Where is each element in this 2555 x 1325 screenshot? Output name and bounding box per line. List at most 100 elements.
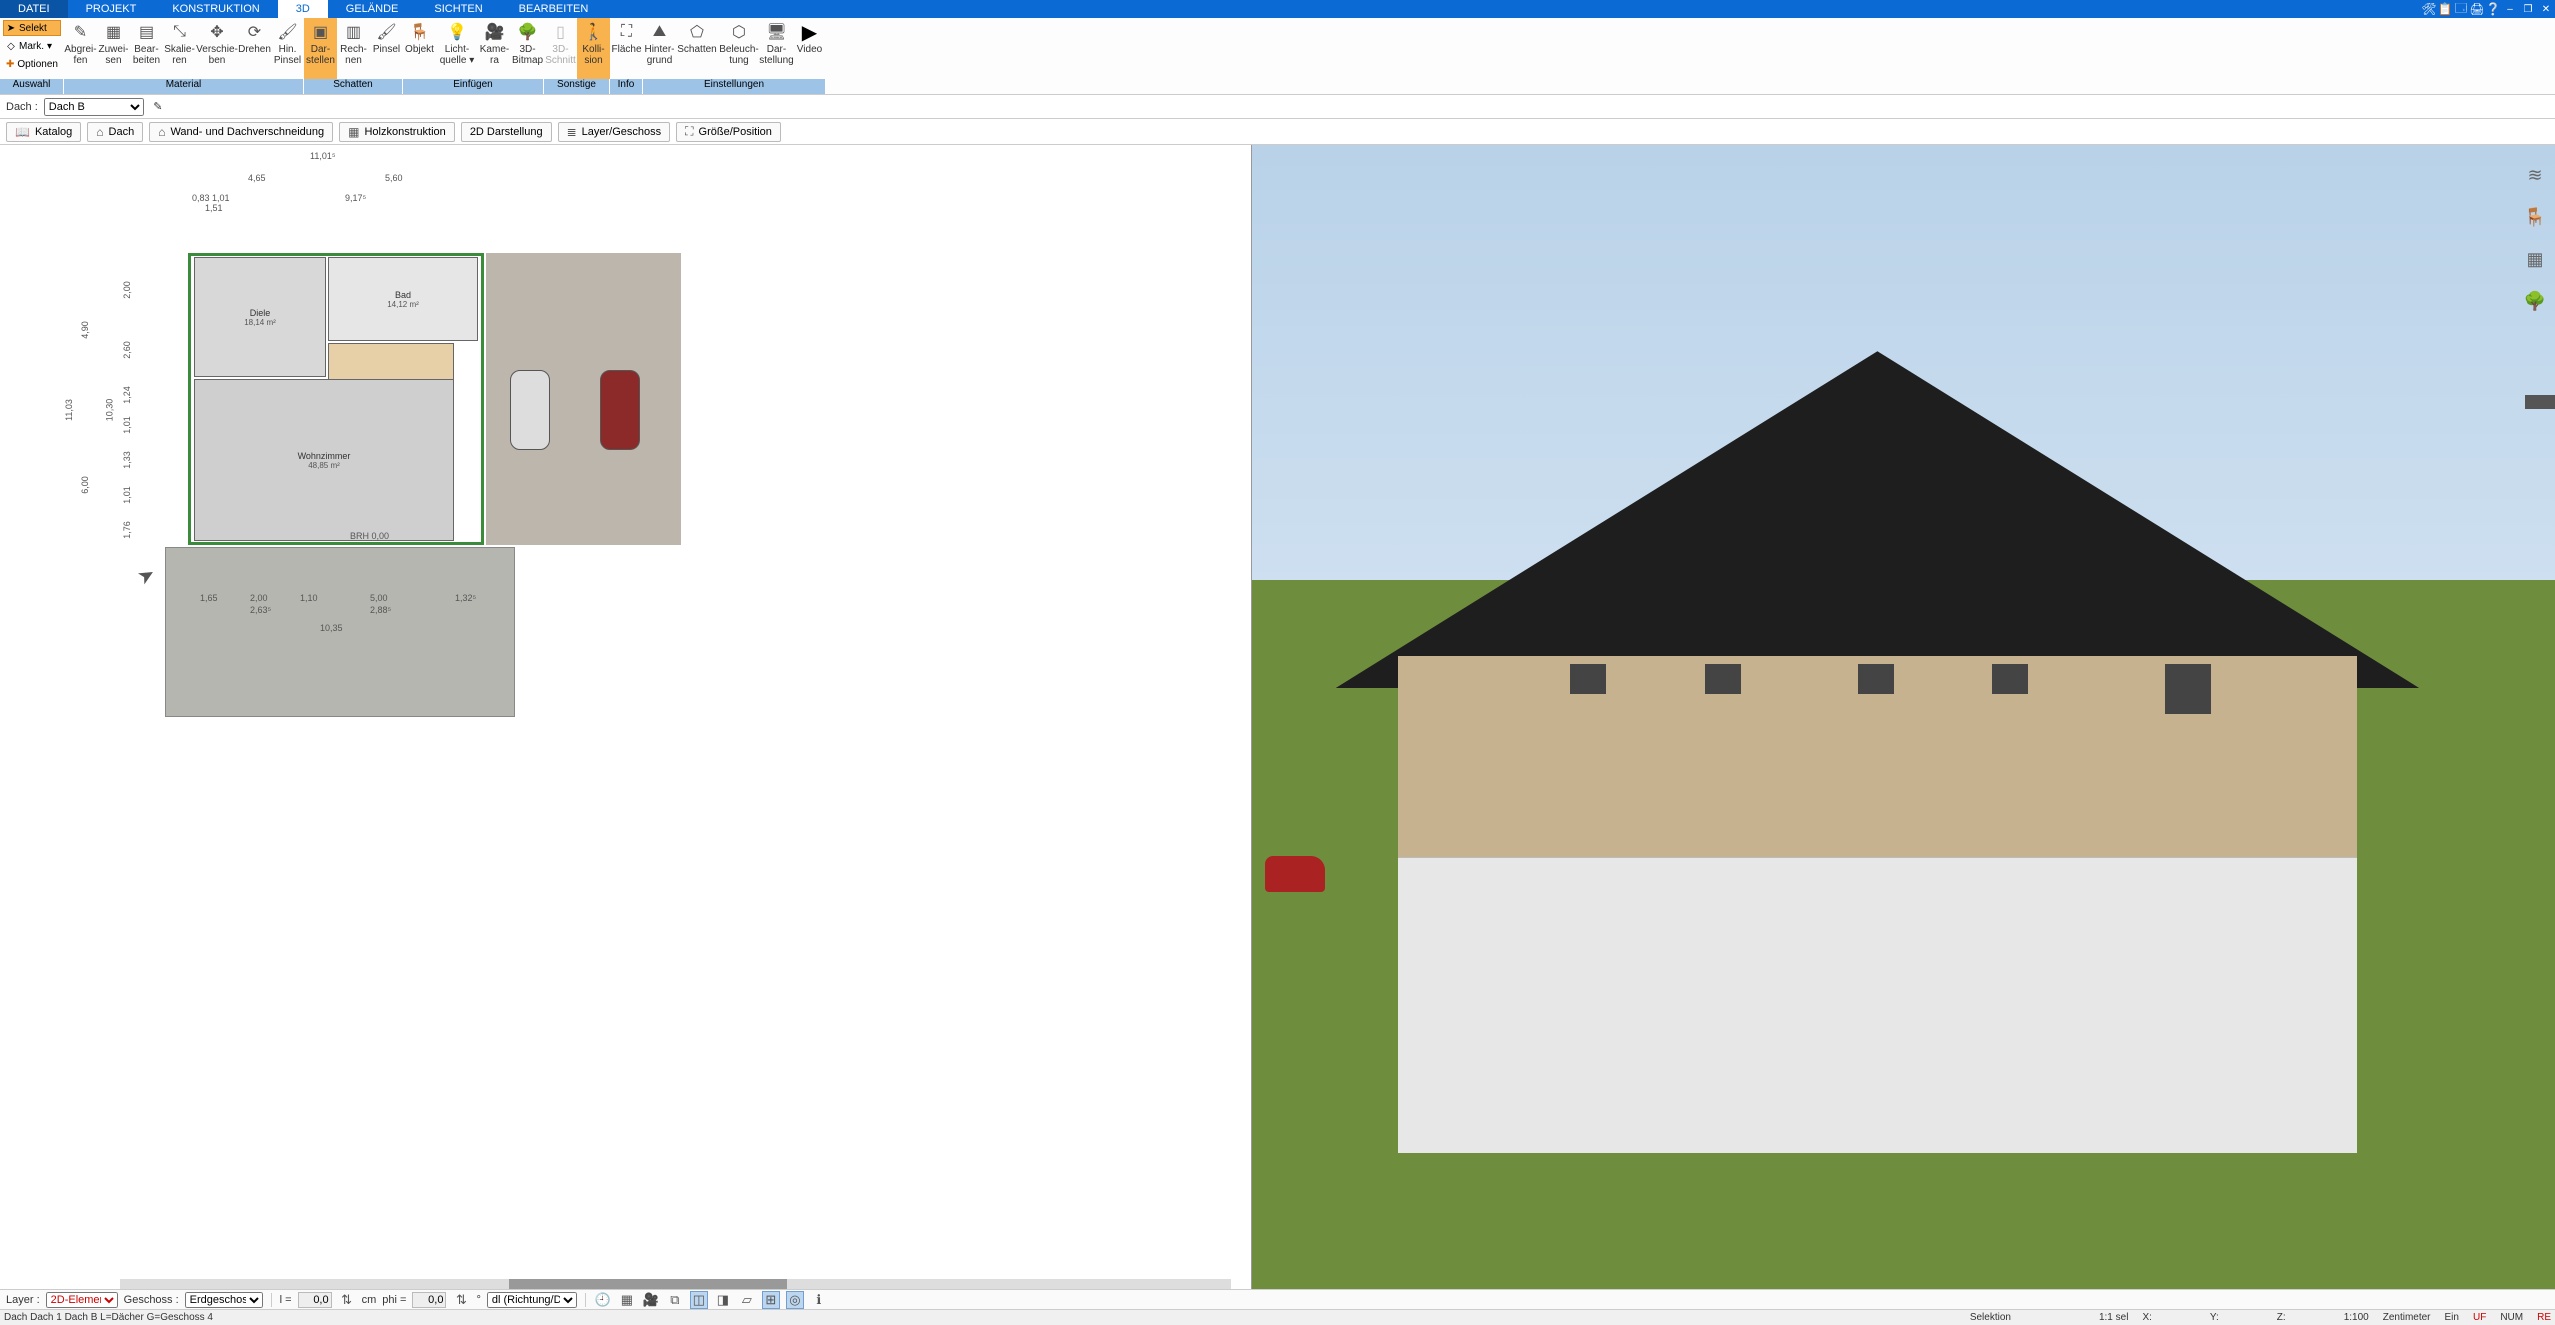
dim-ts4b: 2,88⁵ <box>370 605 391 615</box>
zuweisen-button[interactable]: ▦Zuwei- sen <box>97 18 130 79</box>
lichtquelle-button[interactable]: 💡Licht- quelle ▾ <box>436 18 478 79</box>
snap1-icon[interactable]: ◫ <box>690 1291 708 1309</box>
flaeche-button[interactable]: ⛶Fläche <box>610 18 643 79</box>
hintergrund-button[interactable]: ⛰Hinter- grund <box>643 18 676 79</box>
history-icon[interactable]: 🕘 <box>594 1291 612 1309</box>
dach-button[interactable]: ⌂Dach <box>87 122 143 142</box>
car-3d <box>1265 856 1325 892</box>
geschoss-label: Geschoss : <box>124 1294 179 1306</box>
abgreifen-button[interactable]: ✎Abgrei- fen <box>64 18 97 79</box>
horizontal-scrollbar[interactable] <box>120 1279 1231 1289</box>
schatten-settings-button[interactable]: ⬠Schatten <box>676 18 718 79</box>
intersect-icon: ⌂ <box>158 125 165 139</box>
kollision-button[interactable]: 🚶Kolli- sion <box>577 18 610 79</box>
context-label: Dach : <box>6 101 38 113</box>
titlebar-tools-icon[interactable]: 🛠 <box>2421 0 2437 18</box>
window-3d <box>1705 664 1741 694</box>
optionen-button[interactable]: ✚Optionen <box>3 56 61 72</box>
katalog-button[interactable]: 📖Katalog <box>6 122 81 142</box>
copy-icon[interactable]: ⧉ <box>666 1291 684 1309</box>
3dschnitt-button: ▯3D- Schnitt <box>544 18 577 79</box>
layer-select[interactable]: 2D-Elemen <box>46 1292 118 1308</box>
window-maximize-button[interactable]: ❐ <box>2519 0 2537 18</box>
materials-panel-icon[interactable]: ▦ <box>2524 248 2546 270</box>
menu-tab-konstruktion[interactable]: KONSTRUKTION <box>154 0 277 18</box>
l-label: l = <box>280 1294 292 1306</box>
dim-left-total: 11,03 <box>64 399 74 421</box>
phi-stepper[interactable]: ⇅ <box>452 1291 470 1309</box>
kamera-button[interactable]: 🎥Kame- ra <box>478 18 511 79</box>
menu-tab-gelaende[interactable]: GELÄNDE <box>328 0 417 18</box>
menu-tab-projekt[interactable]: PROJEKT <box>68 0 155 18</box>
drehen-button[interactable]: ⟳Drehen <box>238 18 271 79</box>
pinsel-button[interactable]: 🖌Pinsel <box>370 18 403 79</box>
ortho-icon[interactable]: ⊞ <box>762 1291 780 1309</box>
dim-top-sub-l: 0,83 1,01 <box>192 193 230 203</box>
geschoss-select[interactable]: Erdgeschos <box>185 1292 263 1308</box>
darstellung-button[interactable]: 🖥Dar- stellung <box>760 18 793 79</box>
plants-panel-icon[interactable]: 🌳 <box>2524 290 2546 312</box>
menu-tab-sichten[interactable]: SICHTEN <box>416 0 500 18</box>
window-close-button[interactable]: ✕ <box>2537 0 2555 18</box>
verschieben-button[interactable]: ✥Verschie- ben <box>196 18 238 79</box>
snap3-icon[interactable]: ▱ <box>738 1291 756 1309</box>
holz-button[interactable]: ▦Holzkonstruktion <box>339 122 455 142</box>
car-silver <box>510 370 550 450</box>
status-selektion: Selektion <box>1970 1312 2011 1323</box>
dim-top-total: 11,01⁵ <box>310 151 336 161</box>
edit-pencil-icon[interactable]: ✎ <box>150 99 166 115</box>
snap2-icon[interactable]: ◨ <box>714 1291 732 1309</box>
beleuchtung-button[interactable]: ⬡Beleuch- tung <box>718 18 760 79</box>
camera2-icon[interactable]: 🎥 <box>642 1291 660 1309</box>
info-icon[interactable]: ℹ <box>810 1291 828 1309</box>
side-panel-handle[interactable] <box>2525 395 2555 409</box>
dach-select[interactable]: Dach B <box>44 98 144 116</box>
menu-tab-3d[interactable]: 3D <box>278 0 328 18</box>
darstellen-button[interactable]: ▣Dar- stellen <box>304 18 337 79</box>
hinpinsel-button[interactable]: 🖌Hin. Pinsel <box>271 18 304 79</box>
titlebar-print-icon[interactable]: 🖨 <box>2469 0 2485 18</box>
window-minimize-button[interactable]: – <box>2501 0 2519 18</box>
dim-l6: 1,33 <box>122 451 132 469</box>
grid-icon[interactable]: ▦ <box>618 1291 636 1309</box>
target-icon[interactable]: ◎ <box>786 1291 804 1309</box>
skalieren-button[interactable]: ⤡Skalie- ren <box>163 18 196 79</box>
layergeschoss-button[interactable]: ≣Layer/Geschoss <box>558 122 671 142</box>
titlebar-clipboard-icon[interactable]: 📋 <box>2437 0 2453 18</box>
3d-view[interactable] <box>1252 145 2555 1291</box>
window-3d <box>1992 664 2028 694</box>
rechnen-button[interactable]: ▥Rech- nen <box>337 18 370 79</box>
scrollbar-thumb[interactable] <box>509 1279 787 1289</box>
video-button[interactable]: ▶Video <box>793 18 826 79</box>
objekt-button[interactable]: 🪑Objekt <box>403 18 436 79</box>
shadow-icon: ⬠ <box>686 21 708 43</box>
layers-panel-icon[interactable]: ≋ <box>2524 164 2546 186</box>
bitmap-button[interactable]: 🌳3D- Bitmap <box>511 18 544 79</box>
status-unit: Zentimeter <box>2383 1312 2431 1323</box>
l-stepper[interactable]: ⇅ <box>338 1291 356 1309</box>
window-3d <box>1570 664 1606 694</box>
bearbeiten-button[interactable]: ▤Bear- beiten <box>130 18 163 79</box>
mode-select[interactable]: dl (Richtung/Di <box>487 1292 577 1308</box>
dim-top-left: 4,65 <box>248 173 266 183</box>
wand-button[interactable]: ⌂Wand- und Dachverschneidung <box>149 122 333 142</box>
2d-button[interactable]: 2D Darstellung <box>461 122 552 142</box>
menu-tab-bearbeiten[interactable]: BEARBEITEN <box>501 0 607 18</box>
titlebar-window-icon[interactable]: 🗔 <box>2453 0 2469 18</box>
menu-tab-datei[interactable]: DATEI <box>0 0 68 18</box>
status-bar: Dach Dach 1 Dach B L=Dächer G=Geschoss 4… <box>0 1309 2555 1325</box>
furniture-panel-icon[interactable]: 🪑 <box>2524 206 2546 228</box>
floorplan-view[interactable]: 11,01⁵ 4,65 5,60 9,17⁵ 0,83 1,01 1,51 11… <box>0 145 1252 1291</box>
phi-input[interactable] <box>412 1292 446 1308</box>
status-z: Z: <box>2277 1312 2286 1323</box>
titlebar-help-icon[interactable]: ❔ <box>2485 0 2501 18</box>
book-icon: 📖 <box>15 125 30 139</box>
main-menu-bar: DATEI PROJEKT KONSTRUKTION 3D GELÄNDE SI… <box>0 0 2555 18</box>
chair-icon: 🪑 <box>409 21 431 43</box>
selekt-button[interactable]: ➤Selekt <box>3 20 61 36</box>
groesse-button[interactable]: ⛶Größe/Position <box>676 122 781 142</box>
size-icon: ⛶ <box>685 124 693 139</box>
l-input[interactable] <box>298 1292 332 1308</box>
mark-button[interactable]: ◇Mark.▾ <box>3 38 61 54</box>
bottom-toolbar: Layer : 2D-Elemen Geschoss : Erdgeschos … <box>0 1289 2555 1309</box>
